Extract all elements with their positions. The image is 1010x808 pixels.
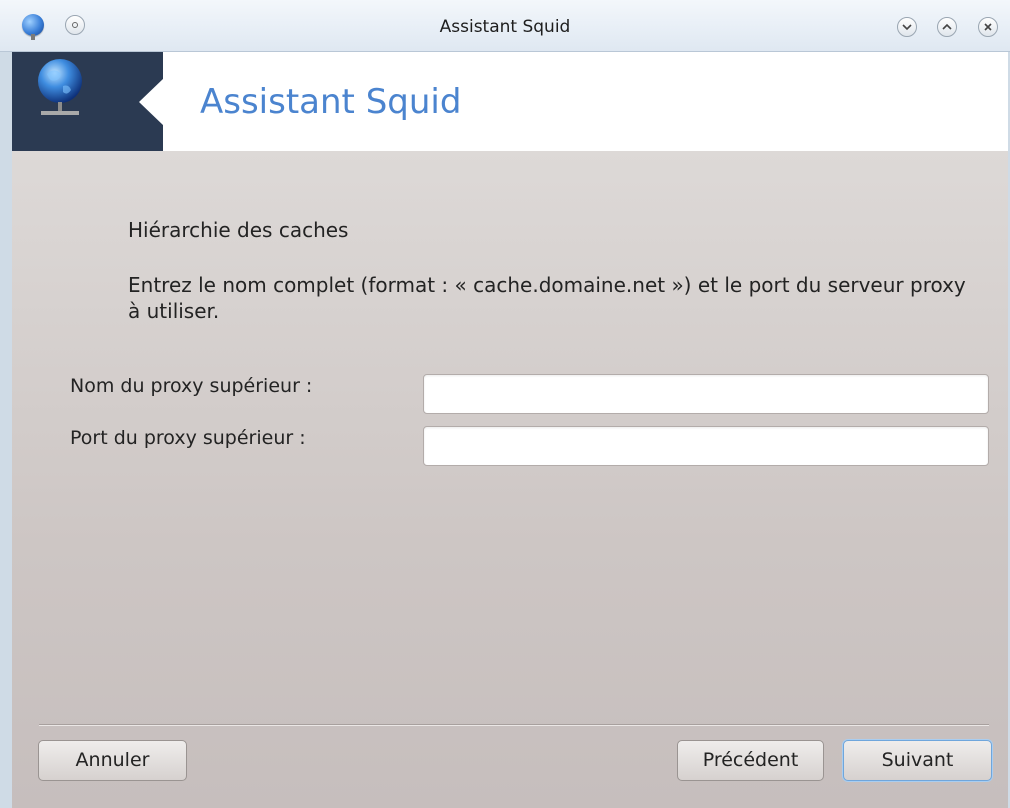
close-icon bbox=[984, 23, 992, 31]
upstream-proxy-name-input[interactable] bbox=[423, 374, 989, 414]
cancel-button[interactable]: Annuler bbox=[38, 740, 187, 781]
description-text: Entrez le nom complet (format : « cache.… bbox=[128, 273, 966, 323]
previous-button[interactable]: Précédent bbox=[677, 740, 824, 781]
wizard-page: Hiérarchie des caches Entrez le nom comp… bbox=[12, 151, 1008, 808]
title-bar: Assistant Squid bbox=[0, 0, 1010, 52]
globe-network-icon bbox=[38, 59, 82, 115]
window-border-left bbox=[0, 52, 12, 808]
maximize-button[interactable] bbox=[937, 17, 957, 37]
section-title: Hiérarchie des caches bbox=[128, 218, 349, 242]
header-title: Assistant Squid bbox=[200, 82, 462, 122]
next-button[interactable]: Suivant bbox=[843, 740, 992, 781]
upstream-proxy-name-label: Nom du proxy supérieur : bbox=[70, 375, 313, 397]
button-separator bbox=[39, 724, 989, 726]
upstream-proxy-port-label: Port du proxy supérieur : bbox=[70, 427, 306, 449]
banner-notch bbox=[139, 78, 164, 126]
upstream-proxy-port-input[interactable] bbox=[423, 426, 989, 466]
window-title: Assistant Squid bbox=[439, 17, 571, 37]
chevron-down-icon bbox=[902, 24, 912, 31]
close-button[interactable] bbox=[978, 17, 998, 37]
minimize-button[interactable] bbox=[897, 17, 917, 37]
header-banner: Assistant Squid bbox=[12, 52, 1008, 151]
chevron-up-icon bbox=[942, 23, 952, 30]
